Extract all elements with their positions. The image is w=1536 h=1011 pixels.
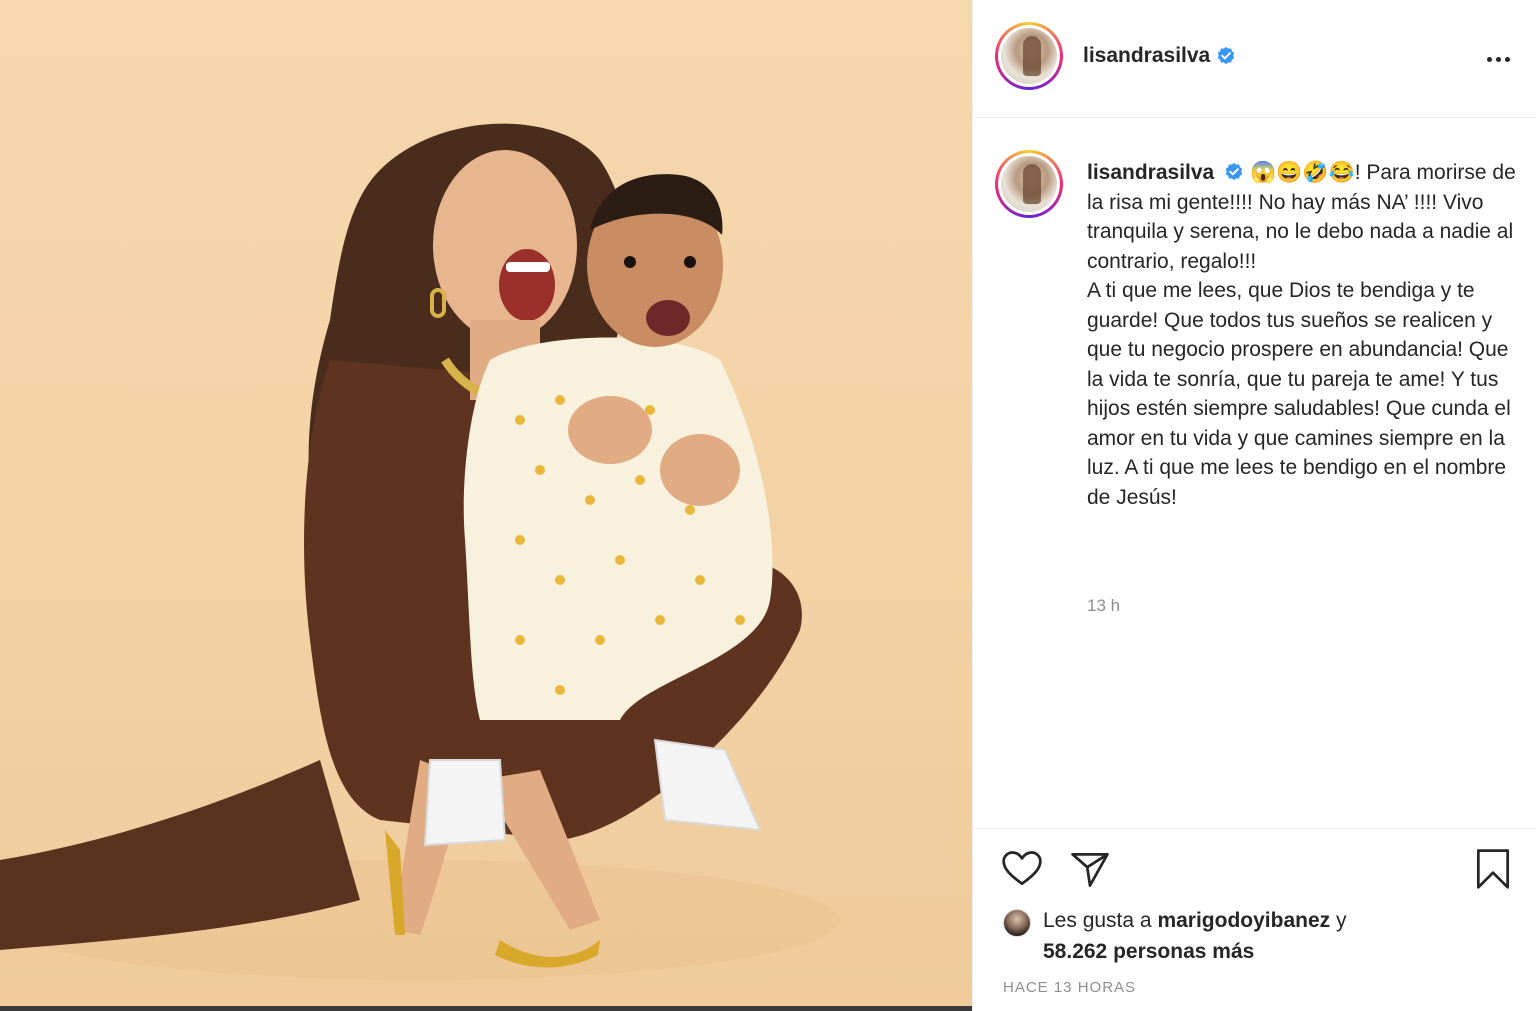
likes-conjunction: y [1335, 909, 1347, 932]
author-info: lisandrasilva [1083, 44, 1236, 68]
author-username[interactable]: lisandrasilva [1083, 44, 1210, 68]
liker-username[interactable]: marigodoyibanez [1157, 909, 1330, 932]
verified-badge-icon [1224, 162, 1244, 182]
bottom-edge [0, 1006, 972, 1011]
bookmark-icon[interactable] [1471, 847, 1515, 891]
caption-username[interactable]: lisandrasilva [1087, 161, 1214, 184]
post-age[interactable]: HACE 13 HORAS [1003, 979, 1136, 996]
caption-section: lisandrasilva 😱😄🤣😂! Para morirse de la r… [973, 118, 1536, 828]
verified-badge-icon [1216, 46, 1236, 66]
woman-face [433, 150, 577, 340]
likes-count[interactable]: 58.262 personas más [1043, 940, 1254, 963]
likes-prefix: Les gusta a [1043, 909, 1152, 932]
post-header: lisandrasilva [973, 0, 1536, 118]
heart-icon[interactable] [1000, 847, 1044, 891]
post-actions: Les gusta a marigodoyibanez y 58.262 per… [973, 828, 1536, 1011]
paper-plane-icon[interactable] [1068, 847, 1112, 891]
post-caption: lisandrasilva 😱😄🤣😂! Para morirse de la r… [1087, 158, 1519, 512]
liker-avatar[interactable] [1003, 909, 1031, 937]
author-avatar[interactable] [995, 22, 1063, 90]
post-side-panel: lisandrasilva lisandrasilva 😱😄🤣😂! Para m… [972, 0, 1536, 1011]
caption-paragraph-2: A ti que me lees, que Dios te bendiga y … [1087, 279, 1511, 509]
caption-author-avatar[interactable] [995, 150, 1063, 218]
caption-emojis: 😱😄🤣😂 [1250, 161, 1355, 184]
photo-illustration [0, 123, 840, 980]
more-options-icon[interactable] [1481, 44, 1515, 74]
likes-summary: Les gusta a marigodoyibanez y 58.262 per… [1003, 905, 1503, 967]
caption-timestamp[interactable]: 13 h [1087, 596, 1120, 616]
post-photo[interactable] [0, 0, 972, 1006]
